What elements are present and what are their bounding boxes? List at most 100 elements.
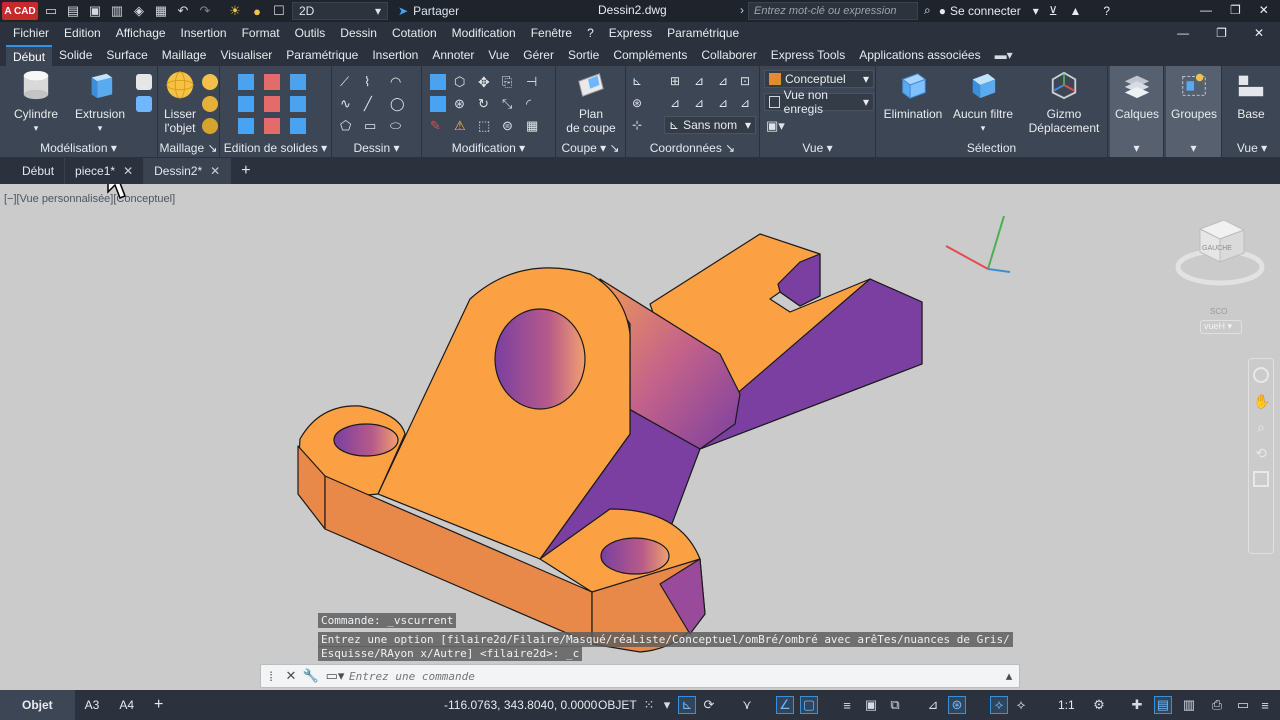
steering-wheel-icon[interactable] bbox=[1253, 367, 1269, 383]
checkbox-icon[interactable]: ☐ bbox=[270, 2, 288, 20]
ucs-zaxis-icon[interactable]: ⊿ bbox=[718, 74, 734, 90]
array-icon[interactable] bbox=[430, 96, 446, 112]
autoscale-icon[interactable]: ⟡ bbox=[1012, 696, 1030, 714]
tab-maillage[interactable]: Maillage bbox=[155, 45, 214, 66]
xline-icon[interactable]: ╱ bbox=[364, 96, 380, 112]
cylindre-button[interactable]: Cylindre ▾ bbox=[8, 70, 64, 135]
ucs-z-icon[interactable]: ⊿ bbox=[718, 96, 734, 112]
3d-osnap-icon[interactable]: ⊿ bbox=[924, 696, 942, 714]
calques-button[interactable]: Calques bbox=[1112, 70, 1162, 121]
panel-calques[interactable]: Calques ▾ bbox=[1110, 66, 1164, 157]
drawing-viewport[interactable]: [−][Vue personnalisée][Conceptuel] GAUCH… bbox=[0, 184, 1280, 690]
stretch-icon[interactable]: ⬚ bbox=[478, 118, 494, 134]
base-button[interactable]: Base bbox=[1226, 70, 1276, 121]
new-tab-icon[interactable]: + bbox=[231, 158, 260, 184]
ucs-3point-icon[interactable]: ⊡ bbox=[740, 74, 756, 90]
tab-insertion[interactable]: Insertion bbox=[365, 45, 425, 66]
tab-visualiser[interactable]: Visualiser bbox=[213, 45, 279, 66]
ucs-y-icon[interactable]: ⊿ bbox=[694, 96, 710, 112]
menu-modification[interactable]: Modification bbox=[452, 26, 516, 40]
doc-tab-debut[interactable]: Début bbox=[0, 158, 66, 184]
ucs-x-icon[interactable]: ⊿ bbox=[670, 96, 686, 112]
close-tab-icon[interactable]: ✕ bbox=[210, 164, 220, 178]
mesh-smooth-more-icon[interactable] bbox=[202, 96, 218, 112]
panel-title-selection[interactable]: Sélection bbox=[876, 141, 1107, 155]
polar-icon[interactable]: ⟳ bbox=[700, 696, 718, 714]
chevron-up-icon[interactable]: ▴ bbox=[999, 665, 1019, 687]
ucs-icon[interactable]: ⊾ bbox=[632, 74, 648, 90]
rectangle-icon[interactable]: ▭ bbox=[364, 118, 380, 134]
panel-title-maillage[interactable]: Maillage ↘ bbox=[158, 141, 219, 155]
solid-edit-icon[interactable] bbox=[290, 74, 306, 90]
groupes-button[interactable]: Groupes bbox=[1168, 70, 1220, 121]
polygon-icon[interactable]: ⬠ bbox=[340, 118, 356, 134]
save-as-icon[interactable]: ▥ bbox=[108, 2, 126, 20]
menu-cotation[interactable]: Cotation bbox=[392, 26, 437, 40]
redo-icon[interactable]: ↷ bbox=[196, 2, 214, 20]
sun-icon[interactable]: ☀ bbox=[226, 2, 244, 20]
menu-icon[interactable]: ≡ bbox=[1256, 696, 1274, 714]
circle-icon[interactable]: ◯ bbox=[390, 96, 406, 112]
menu-outils[interactable]: Outils bbox=[295, 26, 326, 40]
gizmo-button[interactable]: Gizmo Déplacement bbox=[1022, 70, 1106, 135]
extrusion-button[interactable]: Extrusion ▾ bbox=[72, 70, 128, 135]
trim-icon[interactable]: ⊣ bbox=[526, 74, 542, 90]
layout-tab-a4[interactable]: A4 bbox=[109, 690, 144, 720]
panel-title-dessin[interactable]: Dessin ▾ bbox=[332, 141, 421, 155]
save-icon[interactable]: ▣ bbox=[86, 2, 104, 20]
selection-cycling-icon[interactable]: ⧉ bbox=[886, 696, 904, 714]
open-folder-icon[interactable]: ▤ bbox=[64, 2, 82, 20]
mesh-refine-icon[interactable] bbox=[202, 118, 218, 134]
search-icon[interactable]: ⌕ bbox=[924, 3, 931, 18]
tab-annoter[interactable]: Annoter bbox=[425, 45, 481, 66]
box-icon[interactable] bbox=[136, 74, 152, 90]
new-file-icon[interactable]: ▭ bbox=[42, 2, 60, 20]
command-prompt-icon[interactable]: ▭▾ bbox=[321, 665, 349, 687]
tab-solide[interactable]: Solide bbox=[52, 45, 99, 66]
menu-help[interactable]: ? bbox=[587, 26, 594, 40]
command-input[interactable] bbox=[349, 669, 989, 683]
share-button[interactable]: ➤ Partager bbox=[398, 4, 459, 18]
move-icon[interactable]: ✥ bbox=[478, 74, 494, 90]
extract-edges-icon[interactable] bbox=[290, 96, 306, 112]
close-tab-icon[interactable]: ✕ bbox=[123, 164, 133, 178]
visual-style-dropdown[interactable]: Conceptuel ▾ bbox=[764, 70, 874, 88]
panel-title-coupe[interactable]: Coupe ▾ ↘ bbox=[556, 141, 625, 155]
elimination-button[interactable]: Elimination bbox=[880, 70, 946, 121]
undo-icon[interactable]: ↶ bbox=[174, 2, 192, 20]
ribbon-options-icon[interactable]: ▬▾ bbox=[988, 45, 1020, 66]
panel-title-vue-base[interactable]: Vue ▾ bbox=[1224, 141, 1280, 155]
tab-applications-associees[interactable]: Applications associées bbox=[852, 45, 987, 66]
hardware-acceleration-icon[interactable]: ▥ bbox=[1180, 696, 1198, 714]
doc-tab-dessin2[interactable]: Dessin2* ✕ bbox=[144, 158, 232, 184]
chevron-down-icon[interactable]: ▾ bbox=[1110, 141, 1163, 155]
ortho-icon[interactable]: ⊾ bbox=[678, 696, 696, 714]
close-icon[interactable]: ✕ bbox=[1259, 3, 1269, 17]
search-input[interactable]: Entrez mot-clé ou expression bbox=[748, 2, 918, 20]
object-snap-icon[interactable]: ▢ bbox=[800, 696, 818, 714]
ucs-object-icon[interactable]: ⊹ bbox=[632, 118, 648, 134]
plot-icon[interactable]: ▦ bbox=[152, 2, 170, 20]
bulb-icon[interactable]: ● bbox=[248, 2, 266, 20]
offset-icon[interactable]: ⊜ bbox=[502, 118, 518, 134]
panel-title-modelisation[interactable]: Modélisation ▾ bbox=[0, 141, 157, 155]
panel-groupes[interactable]: Groupes ▾ bbox=[1166, 66, 1222, 157]
ucs-view-icon[interactable]: ⊿ bbox=[740, 96, 756, 112]
doc-close-icon[interactable]: ✕ bbox=[1254, 26, 1264, 40]
scale-icon[interactable]: ⤡ bbox=[502, 96, 518, 112]
rect-array-icon[interactable]: ▦ bbox=[526, 118, 542, 134]
minimize-icon[interactable]: — bbox=[1200, 3, 1212, 17]
tab-express-tools[interactable]: Express Tools bbox=[764, 45, 852, 66]
doc-tab-piece1[interactable]: piece1* ✕ bbox=[65, 158, 145, 184]
add-icon[interactable]: ✚ bbox=[1128, 696, 1146, 714]
menu-format[interactable]: Format bbox=[242, 26, 280, 40]
dynamic-ucs-icon[interactable]: ⊛ bbox=[948, 696, 966, 714]
clean-screen-icon[interactable]: ▭ bbox=[1234, 696, 1252, 714]
isodraft-icon[interactable]: ⋎ bbox=[738, 696, 756, 714]
menu-parametrique[interactable]: Paramétrique bbox=[667, 26, 739, 40]
ellipse-icon[interactable]: ⬭ bbox=[390, 118, 406, 134]
layout-tab-objet[interactable]: Objet bbox=[0, 690, 75, 720]
panel-title-vue[interactable]: Vue ▾ bbox=[760, 141, 875, 155]
menu-express[interactable]: Express bbox=[609, 26, 652, 40]
restore-icon[interactable]: ❐ bbox=[1230, 3, 1241, 17]
